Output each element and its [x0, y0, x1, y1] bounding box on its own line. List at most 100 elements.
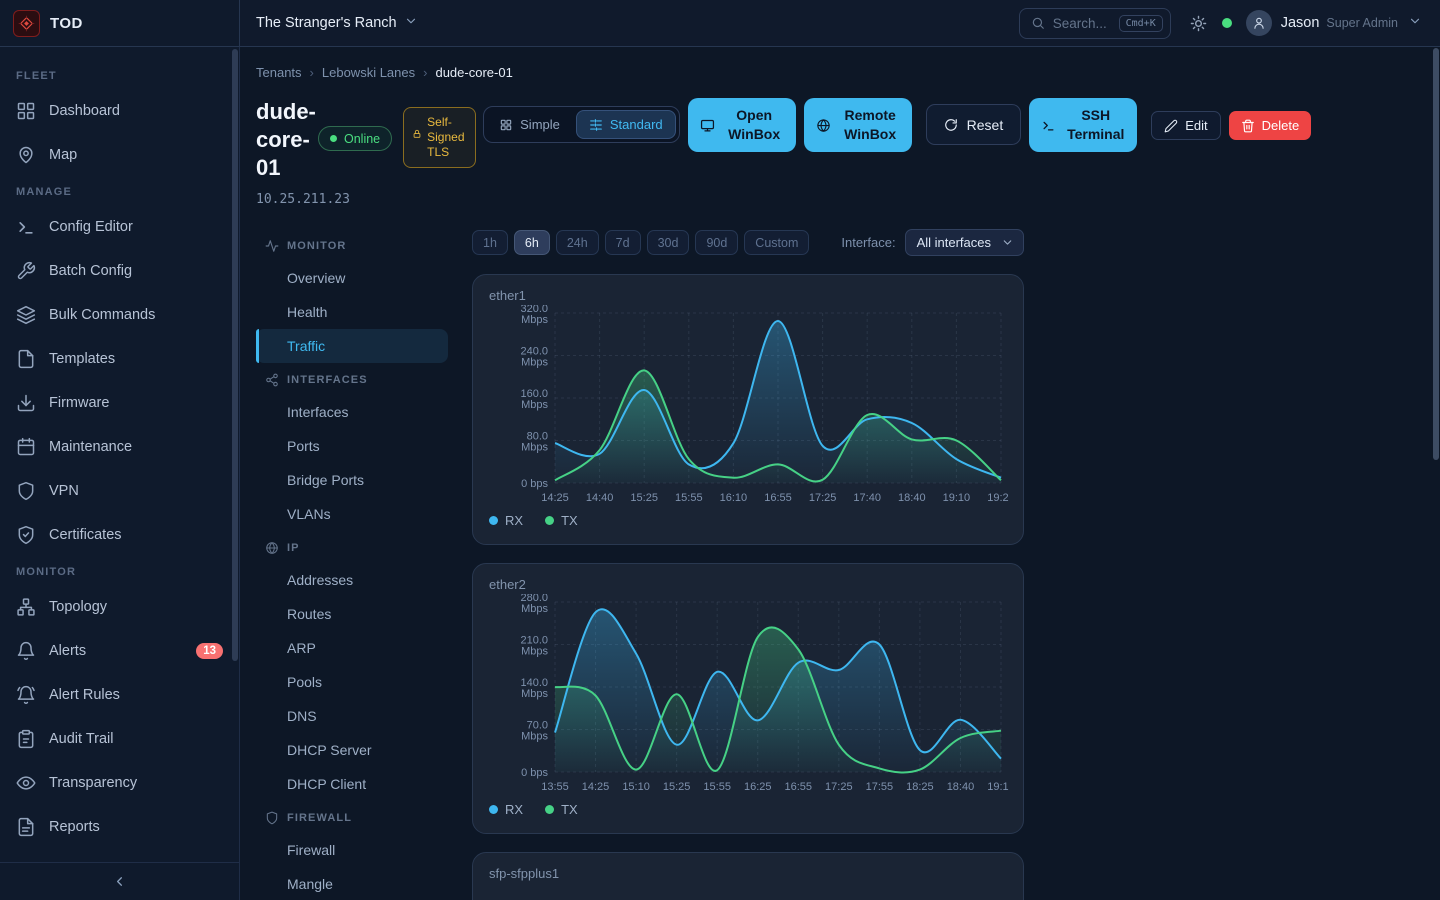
user-avatar[interactable]	[1246, 10, 1272, 36]
sidebar-item-alerts[interactable]: Alerts13	[0, 629, 239, 673]
sidebar-item-alert-rules[interactable]: Alert Rules	[0, 673, 239, 717]
time-range-1h[interactable]: 1h	[472, 230, 508, 255]
subnav-item-routes[interactable]: Routes	[256, 597, 448, 631]
subnav-item-traffic[interactable]: Traffic	[256, 329, 448, 363]
time-range-30d[interactable]: 30d	[647, 230, 690, 255]
delete-button[interactable]: Delete	[1229, 111, 1312, 140]
online-dot-icon	[330, 135, 337, 142]
svg-text:17:55: 17:55	[866, 781, 894, 793]
logo-area: TOD	[0, 0, 240, 46]
sidebar-item-reports[interactable]: Reports	[0, 805, 239, 849]
subnav-item-dns[interactable]: DNS	[256, 699, 448, 733]
breadcrumb-item[interactable]: Tenants	[256, 65, 302, 80]
tls-badge: Self-Signed TLS	[403, 107, 476, 168]
subnav-item-overview[interactable]: Overview	[256, 261, 448, 295]
svg-text:18:25: 18:25	[906, 781, 934, 793]
time-range-6h[interactable]: 6h	[514, 230, 550, 255]
sidebar-item-templates[interactable]: Templates	[0, 337, 239, 381]
time-range-7d[interactable]: 7d	[605, 230, 641, 255]
sidebar-collapse-button[interactable]	[0, 862, 239, 900]
sidebar-item-label: Alerts	[49, 643, 86, 659]
subnav-item-interfaces[interactable]: Interfaces	[256, 395, 448, 429]
page-scrollbar[interactable]	[1433, 48, 1439, 460]
sidebar-item-transparency[interactable]: Transparency	[0, 761, 239, 805]
sidebar-item-label: Firmware	[49, 395, 109, 411]
clipboard-icon	[16, 729, 36, 749]
time-range-24h[interactable]: 24h	[556, 230, 599, 255]
search-icon	[1031, 16, 1045, 30]
button-label: SSH Terminal	[1062, 106, 1129, 144]
subnav-item-addresses[interactable]: Addresses	[256, 563, 448, 597]
sidebar-item-map[interactable]: Map	[0, 133, 239, 177]
subnav-item-vlans[interactable]: VLANs	[256, 497, 448, 531]
sidebar-section-manage: MANAGE	[0, 177, 239, 205]
sidebar-item-vpn[interactable]: VPN	[0, 469, 239, 513]
shield-check-icon	[16, 525, 36, 545]
sidebar-scrollbar[interactable]	[232, 49, 238, 661]
breadcrumb: Tenants›Lebowski Lanes›dude-core-01	[256, 65, 1440, 80]
subnav-item-mangle[interactable]: Mangle	[256, 867, 448, 900]
button-label: Remote WinBox	[837, 106, 904, 144]
sidebar-item-label: Reports	[49, 819, 100, 835]
svg-text:17:40: 17:40	[853, 492, 881, 504]
view-toggle-label: Standard	[610, 117, 663, 132]
device-header: dude-core-01 10.25.211.23 Online Self-Si…	[256, 98, 1440, 207]
tenant-selector[interactable]: The Stranger's Ranch	[256, 14, 418, 32]
chart-title: ether1	[489, 288, 1007, 303]
share-icon	[265, 373, 279, 387]
shield-icon	[16, 481, 36, 501]
search-placeholder: Search...	[1053, 16, 1111, 31]
lock-icon	[412, 129, 422, 160]
bell-ring-icon	[16, 685, 36, 705]
bell-icon	[16, 641, 36, 661]
reset-button[interactable]: Reset	[926, 104, 1022, 145]
sidebar-item-dashboard[interactable]: Dashboard	[0, 89, 239, 133]
subnav-item-pools[interactable]: Pools	[256, 665, 448, 699]
refresh-icon	[944, 118, 958, 132]
subnav-item-dhcp-client[interactable]: DHCP Client	[256, 767, 448, 801]
sliders-icon	[589, 118, 603, 132]
svg-text:15:25: 15:25	[663, 781, 691, 793]
subnav-item-firewall[interactable]: Firewall	[256, 833, 448, 867]
shield-icon	[265, 811, 279, 825]
subnav-section-firewall: FIREWALL	[256, 801, 448, 833]
traffic-chart-card-sfp-sfpplus1: sfp-sfpplus1	[472, 852, 1024, 900]
subnav-item-arp[interactable]: ARP	[256, 631, 448, 665]
sidebar-item-batch-config[interactable]: Batch Config	[0, 249, 239, 293]
edit-button[interactable]: Edit	[1151, 111, 1220, 140]
device-ip: 10.25.211.23	[256, 192, 318, 207]
view-toggle-standard[interactable]: Standard	[576, 110, 676, 139]
sidebar-item-certificates[interactable]: Certificates	[0, 513, 239, 557]
remote-winbox-button[interactable]: Remote WinBox	[804, 98, 912, 152]
page-title: dude-core-01	[256, 98, 318, 182]
user-name: Jason	[1281, 15, 1320, 31]
open-winbox-button[interactable]: Open WinBox	[688, 98, 796, 152]
sidebar-item-bulk-commands[interactable]: Bulk Commands	[0, 293, 239, 337]
svg-text:Mbps: Mbps	[521, 603, 548, 615]
subnav-item-ports[interactable]: Ports	[256, 429, 448, 463]
sidebar-item-config-editor[interactable]: Config Editor	[0, 205, 239, 249]
subnav-item-bridge-ports[interactable]: Bridge Ports	[256, 463, 448, 497]
time-range-custom[interactable]: Custom	[744, 230, 809, 255]
file-text-icon	[16, 817, 36, 837]
chart-legend: RXTX	[489, 513, 1007, 528]
time-range-90d[interactable]: 90d	[695, 230, 738, 255]
sidebar-item-audit-trail[interactable]: Audit Trail	[0, 717, 239, 761]
user-menu-chevron-icon[interactable]	[1408, 14, 1422, 33]
sidebar-item-maintenance[interactable]: Maintenance	[0, 425, 239, 469]
view-toggle-simple[interactable]: Simple	[487, 110, 572, 139]
tenant-name: The Stranger's Ranch	[256, 15, 397, 31]
subnav-item-dhcp-server[interactable]: DHCP Server	[256, 733, 448, 767]
interface-select[interactable]: All interfaces	[905, 229, 1024, 256]
chevron-left-icon	[112, 874, 127, 889]
legend-dot-icon	[545, 805, 554, 814]
top-bar-right: The Stranger's Ranch Search... Cmd+K Jas…	[240, 0, 1440, 46]
sidebar-item-topology[interactable]: Topology	[0, 585, 239, 629]
breadcrumb-item[interactable]: Lebowski Lanes	[322, 65, 415, 80]
sidebar-item-firmware[interactable]: Firmware	[0, 381, 239, 425]
search-input[interactable]: Search... Cmd+K	[1019, 8, 1171, 39]
subnav-item-health[interactable]: Health	[256, 295, 448, 329]
ssh-terminal-button[interactable]: SSH Terminal	[1029, 98, 1137, 152]
device-actions: Open WinBox Remote WinBox Reset SSH Termina…	[680, 98, 1312, 152]
theme-toggle-sun-icon[interactable]	[1190, 15, 1207, 32]
